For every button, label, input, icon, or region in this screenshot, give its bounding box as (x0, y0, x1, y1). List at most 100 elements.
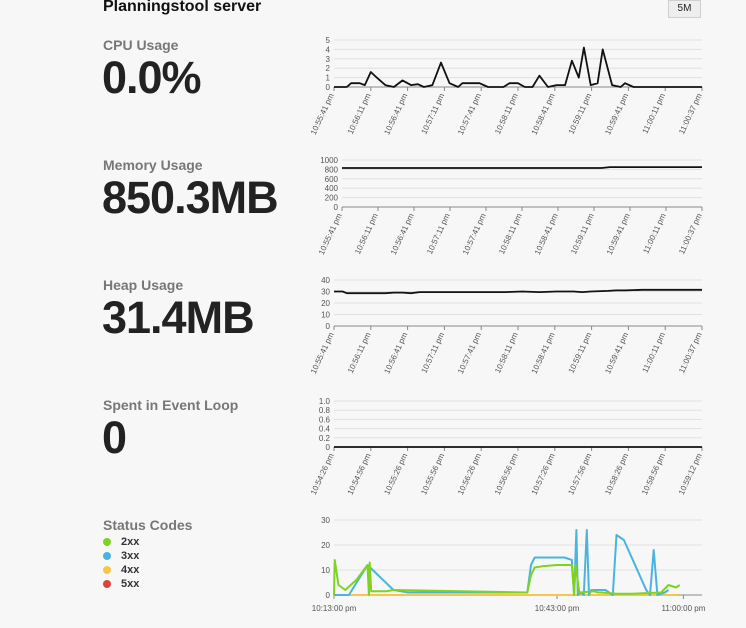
x-tick-label: 10:59:41 pm (603, 331, 630, 375)
y-tick-label: 2 (326, 64, 331, 73)
legend-item-5xx: 5xx (103, 577, 139, 591)
x-tick-label: 10:59:12 pm (677, 452, 704, 496)
x-tick-label: 10:59:11 pm (569, 212, 596, 256)
x-tick-label: 10:58:11 pm (493, 331, 520, 375)
heap-usage-chart: 0 10 20 30 40 10:55:41 pm 10:56:11 pm 10:56:41 … (309, 276, 704, 375)
y-tick-label: 1 (326, 74, 331, 83)
x-tick-label: 11:00:11 pm (641, 92, 668, 135)
memory-usage-chart: 02004006008001000 10:55:41 pm 10:56:11 pm 1… (317, 156, 704, 256)
x-tick-label: 10:58:41 pm (533, 212, 560, 256)
x-tick-label: 11:00:11 pm (641, 331, 668, 374)
y-tick-label: 600 (325, 175, 339, 184)
x-tick-label: 11:00:11 pm (641, 212, 668, 255)
legend-item-4xx: 4xx (103, 563, 139, 577)
status-codes-label: Status Codes (103, 517, 193, 533)
time-range-button[interactable]: 5M (668, 0, 701, 18)
legend-label-2xx: 2xx (121, 536, 140, 548)
y-tick-label: 30 (321, 516, 330, 525)
status-codes-chart: 0 10 20 30 10:13:00 pm 10:43:00 pm 11:00:00 pm (312, 516, 706, 613)
x-tick-label: 10:55:26 pm (382, 452, 409, 496)
y-tick-label: 0 (334, 203, 339, 212)
event-loop-label: Spent in Event Loop (103, 397, 239, 413)
y-tick-label: 30 (321, 288, 330, 297)
memory-usage-label: Memory Usage (103, 157, 203, 173)
x-tick-label: 10:55:56 pm (419, 452, 446, 496)
series-line-3xx (334, 529, 670, 596)
page-title: Planningstool server (103, 0, 262, 15)
x-tick-label: 10:55:41 pm (317, 212, 344, 256)
x-tick-label: 11:00:00 pm (661, 604, 705, 613)
x-tick-label: 10:59:41 pm (605, 212, 632, 256)
x-tick-label: 10:58:41 pm (530, 331, 557, 375)
event-loop-chart: 00.20.40.60.81.0 10:54:26 pm 10:54:56 pm 10… (309, 397, 704, 496)
x-tick-label: 10:57:41 pm (456, 331, 483, 375)
x-tick-label: 10:13:00 pm (312, 604, 357, 613)
y-tick-label: 0.8 (319, 406, 331, 415)
x-tick-label: 11:00:37 pm (677, 92, 704, 136)
x-tick-label: 10:56:11 pm (346, 331, 373, 375)
x-tick-label: 10:43:00 pm (535, 604, 580, 613)
x-tick-label: 10:57:26 pm (530, 452, 557, 496)
y-tick-label: 0.6 (319, 415, 331, 424)
heap-usage-value: 31.4MB (102, 292, 255, 343)
x-tick-label: 10:59:11 pm (567, 92, 594, 136)
y-tick-label: 4 (326, 45, 331, 54)
x-tick-label: 10:57:11 pm (420, 331, 447, 375)
y-tick-label: 800 (325, 165, 339, 174)
x-tick-label: 10:58:11 pm (493, 92, 520, 136)
y-tick-label: 10 (321, 566, 330, 575)
y-tick-label: 5 (326, 36, 331, 45)
x-tick-label: 10:57:11 pm (425, 212, 452, 256)
x-tick-label: 10:58:11 pm (497, 212, 524, 256)
x-tick-label: 10:58:26 pm (603, 452, 630, 496)
y-tick-label: 0 (326, 322, 331, 331)
x-tick-label: 10:57:41 pm (461, 212, 488, 256)
x-tick-label: 11:00:37 pm (677, 212, 704, 256)
x-tick-label: 10:56:56 pm (493, 452, 520, 496)
legend-label-5xx: 5xx (121, 578, 140, 590)
x-tick-label: 10:55:41 pm (309, 331, 336, 375)
x-tick-label: 10:56:41 pm (382, 92, 409, 136)
y-tick-label: 0.2 (319, 434, 331, 443)
x-tick-label: 10:56:41 pm (382, 331, 409, 375)
x-tick-label: 10:58:56 pm (640, 452, 667, 496)
y-tick-label: 40 (321, 276, 330, 285)
legend-dot-3xx (103, 552, 111, 560)
y-tick-label: 20 (321, 299, 330, 308)
y-tick-label: 20 (321, 541, 330, 550)
heap-usage-label: Heap Usage (103, 277, 184, 293)
series-line-cpu (334, 46, 702, 88)
y-tick-label: 400 (325, 184, 339, 193)
y-tick-label: 1000 (320, 156, 338, 165)
y-tick-label: 0 (326, 591, 331, 600)
x-tick-label: 10:58:41 pm (530, 92, 557, 136)
y-tick-label: 1.0 (319, 397, 331, 406)
x-tick-label: 10:56:11 pm (346, 92, 373, 136)
x-tick-label: 10:57:41 pm (456, 92, 483, 136)
memory-usage-value: 850.3MB (102, 172, 279, 223)
legend-label-4xx: 4xx (121, 564, 140, 576)
cpu-usage-chart: 012345 10:55:41 pm 10:56:11 pm 10:56:41 pm 1… (309, 36, 704, 136)
series-line-2xx (333, 559, 681, 596)
x-tick-label: 10:56:41 pm (389, 212, 416, 256)
x-tick-label: 10:56:26 pm (456, 452, 483, 496)
legend-dot-5xx (103, 580, 111, 588)
y-tick-label: 10 (321, 311, 330, 320)
x-tick-label: 11:00:37 pm (677, 331, 704, 375)
x-tick-label: 10:56:11 pm (353, 212, 380, 256)
y-tick-label: 0.4 (319, 425, 331, 434)
cpu-usage-value: 0.0% (102, 52, 202, 103)
cpu-usage-label: CPU Usage (103, 37, 179, 53)
legend-dot-2xx (103, 538, 111, 546)
x-tick-label: 10:54:56 pm (346, 452, 373, 496)
x-tick-label: 10:57:11 pm (420, 92, 447, 136)
legend-item-3xx: 3xx (103, 549, 139, 563)
y-tick-label: 200 (325, 194, 339, 203)
x-tick-label: 10:59:11 pm (567, 331, 594, 375)
legend-dot-4xx (103, 566, 111, 574)
x-tick-label: 10:55:41 pm (309, 92, 336, 136)
x-tick-label: 10:54:26 pm (309, 452, 336, 496)
legend-item-2xx: 2xx (103, 535, 139, 549)
y-tick-label: 0 (326, 83, 331, 92)
status-codes-legend: 2xx 3xx 4xx 5xx (103, 535, 139, 591)
